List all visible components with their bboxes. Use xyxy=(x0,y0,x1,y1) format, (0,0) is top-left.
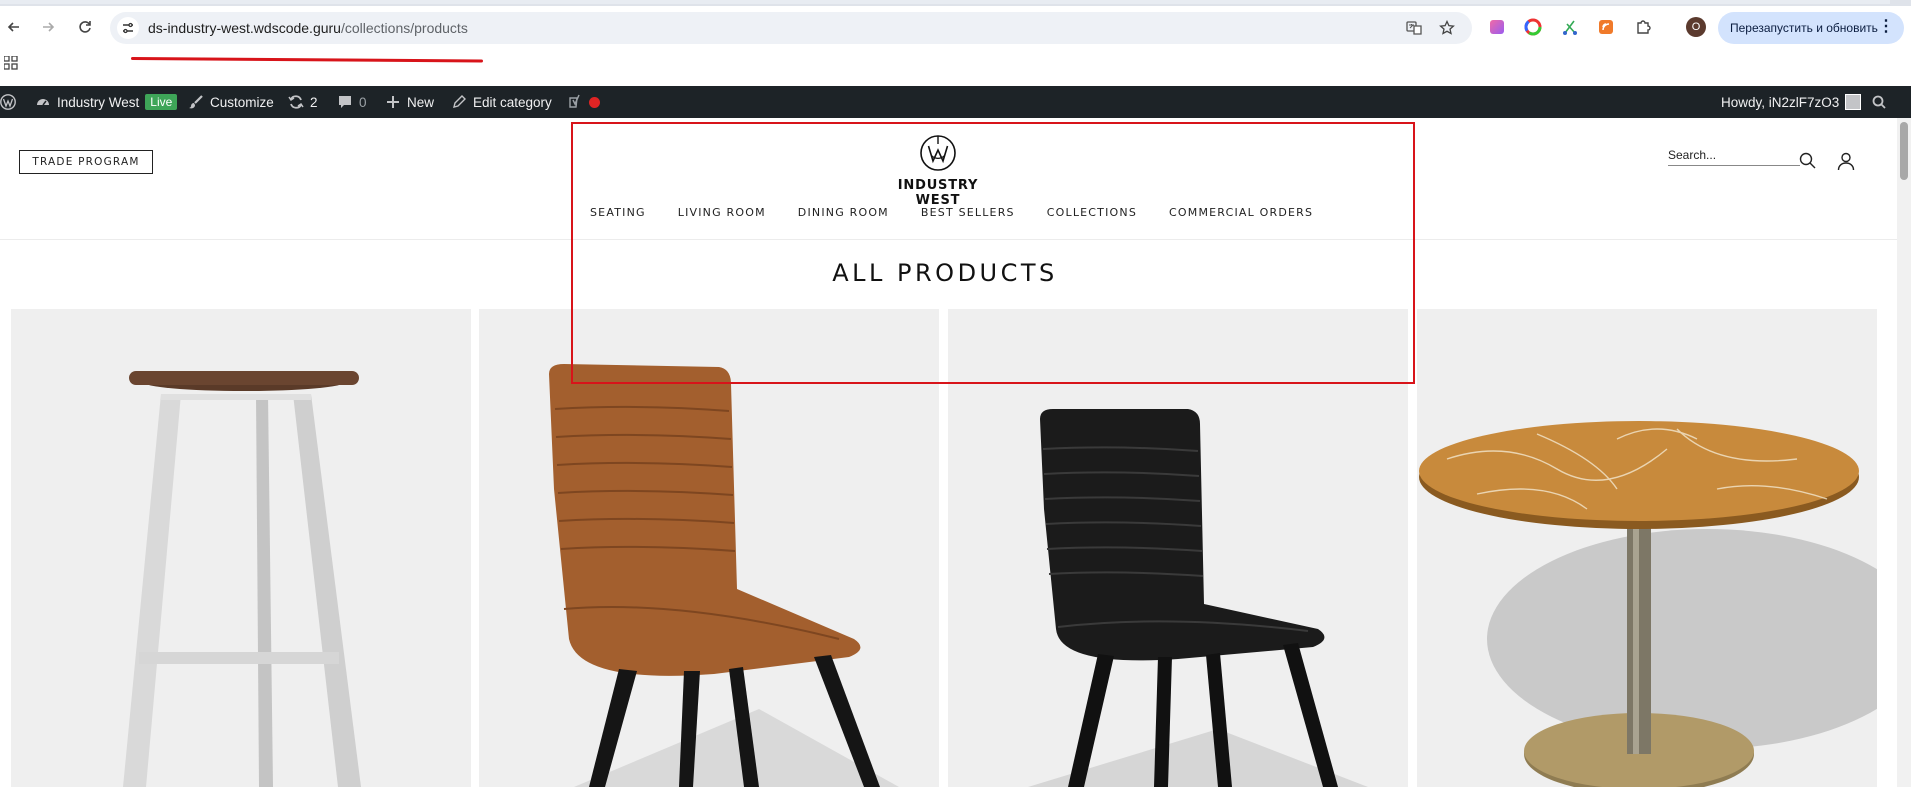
nav-item-commercial-orders[interactable]: COMMERCIAL ORDERS xyxy=(1169,206,1313,222)
nav-item-collections[interactable]: COLLECTIONS xyxy=(1047,206,1137,222)
brand-logo-icon[interactable] xyxy=(919,134,957,172)
plus-icon xyxy=(387,96,399,108)
translate-icon[interactable] xyxy=(1405,19,1423,37)
wordpress-logo-icon xyxy=(0,94,16,110)
extension-color-picker-icon[interactable] xyxy=(1524,18,1542,36)
back-button[interactable] xyxy=(3,16,25,38)
apps-grid-icon[interactable] xyxy=(4,56,18,70)
trade-program-button[interactable]: TRADE PROGRAM xyxy=(19,150,153,174)
profile-avatar[interactable]: O xyxy=(1686,17,1706,37)
wp-admin-bar: Industry West Live Customize 2 0 New Edi… xyxy=(0,86,1911,118)
new-label: New xyxy=(407,94,435,110)
product-card[interactable] xyxy=(479,309,939,787)
site-name-menu[interactable]: Industry West Live xyxy=(35,86,178,118)
customize-label: Customize xyxy=(210,94,274,110)
updates-refresh-icon xyxy=(288,95,304,109)
yoast-seo-menu[interactable] xyxy=(567,86,600,118)
url-host: ds-industry-west.wdscode.guru xyxy=(148,20,341,36)
yoast-logo-icon xyxy=(569,94,580,108)
site-name: Industry West xyxy=(57,94,140,110)
extensions-puzzle-icon[interactable] xyxy=(1634,18,1652,36)
relaunch-update-button[interactable]: Перезапустить и обновить ⋮ xyxy=(1718,12,1904,44)
product-image-bar-stool xyxy=(123,371,361,787)
account-user-icon[interactable] xyxy=(1836,151,1856,171)
brand-name[interactable]: INDUSTRY WEST xyxy=(880,178,996,208)
url-path: /collections/products xyxy=(340,20,468,36)
live-badge: Live xyxy=(145,94,178,110)
reload-button[interactable] xyxy=(74,16,96,38)
bookmark-star-icon[interactable] xyxy=(1438,19,1456,37)
updates-link[interactable]: 2 xyxy=(288,86,318,118)
url-text: ds-industry-west.wdscode.guru/collection… xyxy=(148,20,468,36)
wp-logo-menu[interactable] xyxy=(0,86,16,118)
pencil-icon xyxy=(453,95,466,108)
browser-menu-icon[interactable]: ⋮ xyxy=(1878,19,1894,35)
address-bar[interactable]: ds-industry-west.wdscode.guru/collection… xyxy=(110,12,1472,44)
extension-scissors-icon[interactable] xyxy=(1561,18,1579,36)
product-image-marble-table xyxy=(1419,421,1877,787)
site-info-button[interactable] xyxy=(117,17,139,39)
relaunch-label: Перезапустить и обновить xyxy=(1730,21,1878,35)
nav-item-dining-room[interactable]: DINING ROOM xyxy=(798,206,889,222)
seo-score-dot xyxy=(589,96,600,108)
paintbrush-icon xyxy=(189,95,203,109)
forward-arrow-icon xyxy=(43,22,55,32)
scrollbar-thumb[interactable] xyxy=(1900,122,1908,180)
tab-strip xyxy=(0,0,1911,6)
product-card[interactable] xyxy=(11,309,471,787)
comments-link[interactable]: 0 xyxy=(337,86,367,118)
product-card[interactable] xyxy=(1417,309,1877,787)
dashboard-gauge-icon xyxy=(37,99,49,106)
extension-orange-icon[interactable] xyxy=(1597,18,1615,36)
product-card[interactable] xyxy=(948,309,1408,787)
back-arrow-icon xyxy=(7,22,19,32)
search-icon[interactable] xyxy=(1798,151,1818,171)
product-grid xyxy=(11,309,1878,787)
edit-category-label: Edit category xyxy=(473,94,552,110)
admin-search[interactable] xyxy=(1871,86,1887,118)
new-content-menu[interactable]: New xyxy=(385,86,434,118)
header-divider xyxy=(0,239,1897,240)
comment-bubble-icon xyxy=(339,96,351,108)
nav-item-seating[interactable]: SEATING xyxy=(590,206,646,222)
comments-count: 0 xyxy=(359,94,367,110)
site-page: TRADE PROGRAM INDUSTRY WEST SEATING LIVI… xyxy=(0,118,1897,787)
header-search xyxy=(1668,146,1800,166)
nav-item-living-room[interactable]: LIVING ROOM xyxy=(678,206,766,222)
product-image-black-leather-chair xyxy=(1028,409,1368,787)
tune-icon xyxy=(123,22,133,34)
updates-count: 2 xyxy=(310,94,318,110)
extension-gradient-icon[interactable] xyxy=(1488,18,1506,36)
main-navigation: SEATING LIVING ROOM DINING ROOM BEST SEL… xyxy=(590,206,1313,222)
search-icon xyxy=(1872,95,1886,109)
browser-chrome: ds-industry-west.wdscode.guru/collection… xyxy=(0,0,1911,86)
user-avatar xyxy=(1845,94,1862,110)
annotation-underline xyxy=(130,57,484,63)
page-scrollbar[interactable] xyxy=(1897,118,1911,787)
customize-link[interactable]: Customize xyxy=(188,86,274,118)
product-image-tan-leather-chair xyxy=(549,364,899,787)
reload-icon xyxy=(79,21,91,33)
forward-button[interactable] xyxy=(37,16,59,38)
my-account-menu[interactable]: Howdy, iN2zlF7zO3 xyxy=(1721,86,1862,118)
howdy-text: Howdy, iN2zlF7zO3 xyxy=(1721,94,1840,110)
nav-item-best-sellers[interactable]: BEST SELLERS xyxy=(921,206,1015,222)
search-input[interactable] xyxy=(1668,146,1800,164)
edit-category-link[interactable]: Edit category xyxy=(451,86,552,118)
page-title: ALL PRODUCTS xyxy=(832,259,1058,287)
